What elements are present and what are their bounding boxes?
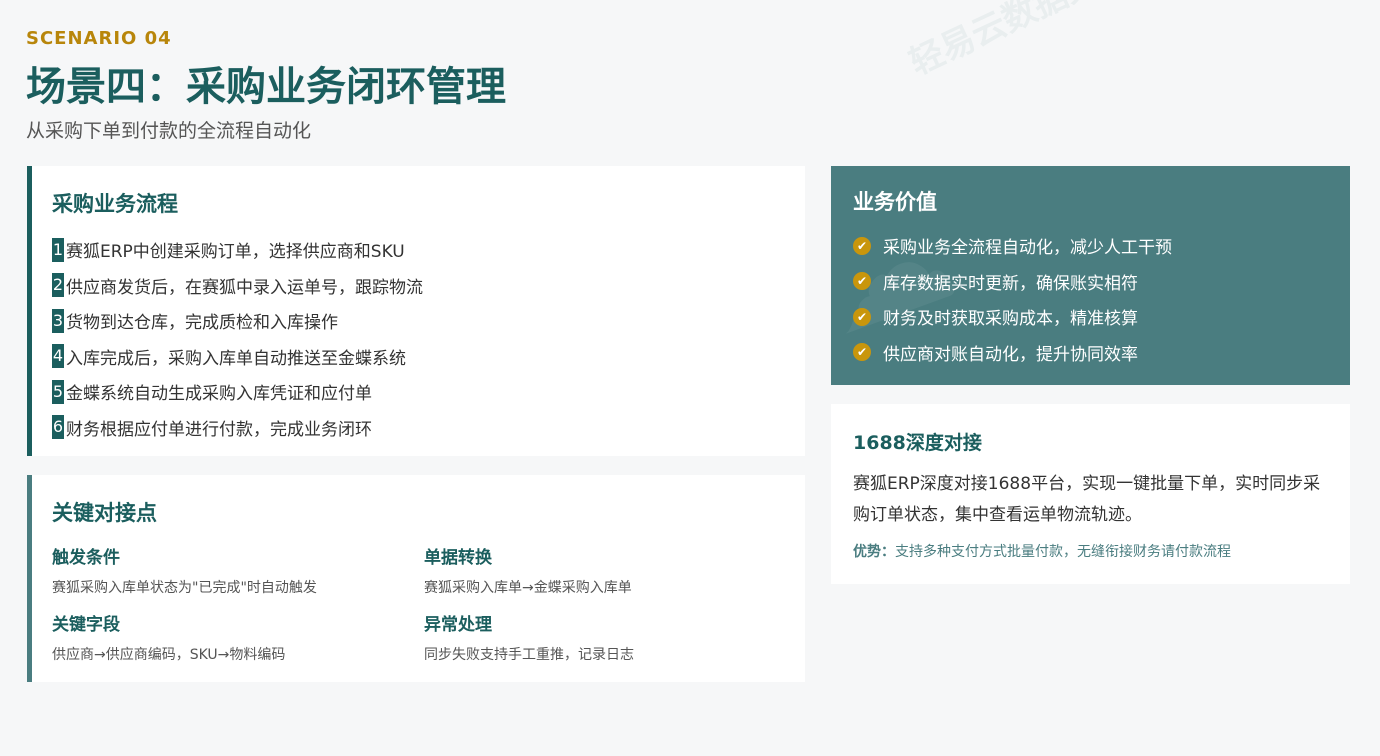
- step-number: 1: [52, 237, 64, 262]
- value-item: ✔ 采购业务全流程自动化，减少人工干预: [853, 228, 1350, 264]
- step-text: 供应商发货后，在赛狐中录入运单号，跟踪物流: [66, 277, 423, 298]
- check-icon: ✔: [853, 272, 871, 291]
- value-item: ✔ 供应商对账自动化，提升协同效率: [853, 335, 1350, 371]
- alibaba-1688-advantage: 优势：支持多种支付方式批量付款，无缝衔接财务请付款流程: [853, 541, 1328, 561]
- step-number: 2: [52, 273, 64, 298]
- step-text: 财务根据应付单进行付款，完成业务闭环: [66, 419, 372, 440]
- check-icon: ✔: [853, 236, 871, 255]
- business-value-card: ☁ 业务价值 ✔ 采购业务全流程自动化，减少人工干预 ✔ 库存数据实时更新，确保…: [831, 166, 1350, 385]
- key-point-heading: 异常处理: [424, 615, 492, 635]
- key-point-heading: 关键字段: [52, 615, 120, 635]
- step-text: 赛狐ERP中创建采购订单，选择供应商和SKU: [66, 242, 405, 263]
- key-points-title: 关键对接点: [52, 501, 157, 525]
- key-point-desc: 供应商→供应商编码，SKU→物料编码: [52, 647, 286, 663]
- step-text: 入库完成后，采购入库单自动推送至金蝶系统: [66, 348, 406, 369]
- flow-card-title: 采购业务流程: [52, 192, 178, 216]
- key-point-desc: 赛狐采购入库单状态为"已完成"时自动触发: [52, 580, 317, 596]
- alibaba-1688-desc: 赛狐ERP深度对接1688平台，实现一键批量下单，实时同步采购订单状态，集中查看…: [853, 474, 1321, 525]
- key-point-heading: 触发条件: [52, 548, 120, 568]
- step-text: 货物到达仓库，完成质检和入库操作: [66, 313, 338, 334]
- flow-step: 3 货物到达仓库，完成质检和入库操作: [52, 303, 805, 339]
- flow-step: 6 财务根据应付单进行付款，完成业务闭环: [52, 410, 805, 446]
- check-icon: ✔: [853, 343, 871, 362]
- value-text: 采购业务全流程自动化，减少人工干预: [883, 238, 1172, 259]
- key-points-card: 关键对接点 触发条件 赛狐采购入库单状态为"已完成"时自动触发 单据转换 赛狐采…: [27, 475, 805, 682]
- flow-list: 1 赛狐ERP中创建采购订单，选择供应商和SKU 2 供应商发货后，在赛狐中录入…: [52, 232, 805, 445]
- flow-step: 1 赛狐ERP中创建采购订单，选择供应商和SKU: [52, 232, 805, 268]
- watermark: 轻易云数据集成平台: [903, 0, 1198, 84]
- key-point-fields: 关键字段 供应商→供应商编码，SKU→物料编码: [52, 610, 412, 664]
- alibaba-1688-card: 1688深度对接 赛狐ERP深度对接1688平台，实现一键批量下单，实时同步采购…: [831, 404, 1350, 584]
- key-point-desc: 赛狐采购入库单→金蝶采购入库单: [424, 580, 632, 596]
- step-number: 5: [52, 379, 64, 404]
- value-item: ✔ 库存数据实时更新，确保账实相符: [853, 264, 1350, 300]
- key-point-trigger: 触发条件 赛狐采购入库单状态为"已完成"时自动触发: [52, 543, 412, 597]
- step-number: 4: [52, 344, 64, 369]
- flow-card: 采购业务流程 1 赛狐ERP中创建采购订单，选择供应商和SKU 2 供应商发货后…: [27, 166, 805, 456]
- flow-step: 5 金蝶系统自动生成采购入库凭证和应付单: [52, 374, 805, 410]
- scenario-label: SCENARIO 04: [26, 28, 172, 49]
- alibaba-1688-title: 1688深度对接: [853, 432, 982, 454]
- value-item: ✔ 财务及时获取采购成本，精准核算: [853, 299, 1350, 335]
- business-value-list: ✔ 采购业务全流程自动化，减少人工干预 ✔ 库存数据实时更新，确保账实相符 ✔ …: [853, 228, 1350, 370]
- step-number: 3: [52, 308, 64, 333]
- key-point-conversion: 单据转换 赛狐采购入库单→金蝶采购入库单: [424, 543, 784, 597]
- page-title: 场景四：采购业务闭环管理: [26, 64, 506, 110]
- key-point-heading: 单据转换: [424, 548, 492, 568]
- key-point-desc: 同步失败支持手工重推，记录日志: [424, 647, 634, 663]
- value-text: 供应商对账自动化，提升协同效率: [883, 344, 1138, 365]
- business-value-title: 业务价值: [853, 190, 937, 214]
- step-text: 金蝶系统自动生成采购入库凭证和应付单: [66, 384, 372, 405]
- step-number: 6: [52, 415, 64, 440]
- flow-step: 2 供应商发货后，在赛狐中录入运单号，跟踪物流: [52, 268, 805, 304]
- value-text: 库存数据实时更新，确保账实相符: [883, 273, 1138, 294]
- check-icon: ✔: [853, 307, 871, 326]
- page-subtitle: 从采购下单到付款的全流程自动化: [26, 120, 312, 142]
- advantage-text: 支持多种支付方式批量付款，无缝衔接财务请付款流程: [895, 544, 1231, 560]
- flow-step: 4 入库完成后，采购入库单自动推送至金蝶系统: [52, 339, 805, 375]
- advantage-label: 优势：: [853, 544, 895, 560]
- value-text: 财务及时获取采购成本，精准核算: [883, 309, 1138, 330]
- key-point-exception: 异常处理 同步失败支持手工重推，记录日志: [424, 610, 784, 664]
